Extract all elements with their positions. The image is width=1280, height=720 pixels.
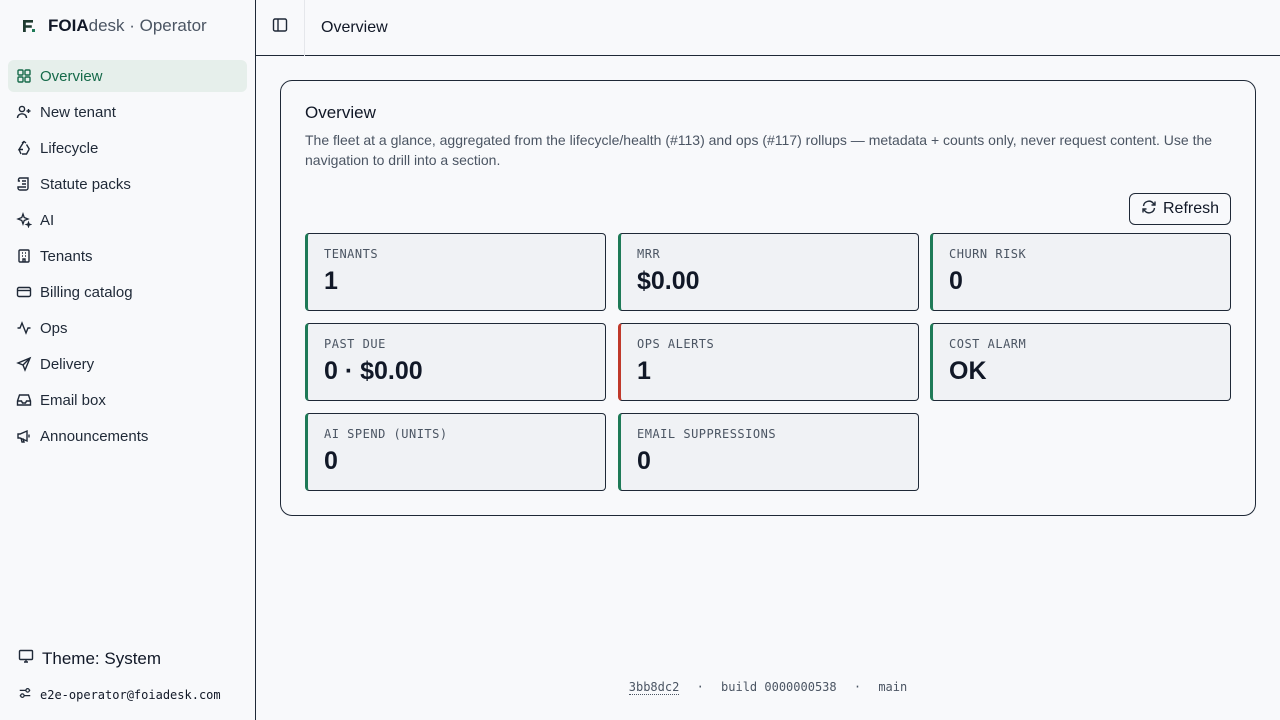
stat-card-email-suppressions[interactable]: EMAIL SUPPRESSIONS 0 (618, 413, 919, 491)
user-plus-icon (16, 104, 32, 120)
stat-label: PAST DUE (324, 337, 386, 351)
brand[interactable]: FOIAdesk · Operator (20, 14, 207, 38)
theme-label: Theme: System (42, 648, 162, 668)
sidebar-item-overview[interactable]: Overview (8, 60, 247, 92)
user-email: e2e-operator@foiadesk.com (40, 687, 221, 702)
stat-label: MRR (637, 247, 661, 261)
stat-label: EMAIL SUPPRESSIONS (637, 427, 777, 441)
inbox-icon (16, 392, 32, 408)
sidebar-item-label: AI (40, 211, 55, 229)
panel-left-icon (272, 17, 288, 38)
stat-card-tenants[interactable]: TENANTS 1 (305, 233, 606, 311)
stat-card-churn-risk[interactable]: CHURN RISK 0 (930, 233, 1231, 311)
stat-value: 0 · $0.00 (324, 357, 423, 385)
sidebar-item-label: Lifecycle (40, 139, 99, 157)
refresh-label: Refresh (1162, 200, 1220, 217)
build-number: build 0000000538 (721, 680, 837, 694)
stat-value: 0 (324, 447, 338, 475)
sidebar-item-label: Delivery (40, 355, 95, 373)
scroll-icon (16, 176, 32, 192)
topbar: Overview (256, 0, 1280, 56)
sidebar-item-label: New tenant (40, 103, 116, 121)
settings-sliders-icon (18, 686, 32, 703)
refresh-button[interactable]: Refresh (1129, 193, 1231, 225)
stat-label: CHURN RISK (949, 247, 1027, 261)
stat-value: 1 (637, 357, 651, 385)
theme-toggle[interactable]: Theme: System (18, 648, 161, 669)
stat-value: $0.00 (637, 267, 700, 295)
foiadesk-logo-icon (20, 17, 38, 35)
sparkles-icon (16, 212, 32, 228)
stat-value: 0 (949, 267, 963, 295)
stat-card-ops-alerts[interactable]: OPS ALERTS 1 (618, 323, 919, 401)
sidebar-item-label: Overview (40, 67, 103, 85)
sidebar-item-lifecycle[interactable]: Lifecycle (8, 132, 247, 164)
stat-card-mrr[interactable]: MRR $0.00 (618, 233, 919, 311)
sidebar-item-label: Billing catalog (40, 283, 133, 301)
refresh-icon (1141, 199, 1157, 220)
stat-card-cost-alarm[interactable]: COST ALARM OK (930, 323, 1231, 401)
stat-card-past-due[interactable]: PAST DUE 0 · $0.00 (305, 323, 606, 401)
stat-value: 0 (637, 447, 651, 475)
card-title: Overview (305, 103, 376, 122)
footer-separator: · (696, 680, 704, 694)
stat-value: OK (949, 357, 987, 385)
sidebar-item-billing-catalog[interactable]: Billing catalog (8, 276, 247, 308)
credit-card-icon (16, 284, 32, 300)
sidebar-item-tenants[interactable]: Tenants (8, 240, 247, 272)
monitor-icon (18, 648, 34, 669)
stat-label: COST ALARM (949, 337, 1027, 351)
sidebar-item-label: Ops (40, 319, 68, 337)
stat-label: AI SPEND (UNITS) (324, 427, 448, 441)
commit-sha[interactable]: 3bb8dc2 (628, 680, 680, 695)
sidebar-item-label: Email box (40, 391, 106, 409)
stat-value: 1 (324, 267, 338, 295)
stat-label: TENANTS (324, 247, 379, 261)
send-icon (16, 356, 32, 372)
recycle-icon (16, 140, 32, 156)
sidebar-item-ops[interactable]: Ops (8, 312, 247, 344)
sidebar-item-new-tenant[interactable]: New tenant (8, 96, 247, 128)
sidebar-nav: Overview New tenant Lifecycle Statute pa… (8, 60, 247, 456)
card-description: The fleet at a glance, aggregated from t… (305, 132, 1213, 168)
branch-name: main (878, 680, 908, 694)
sidebar-item-delivery[interactable]: Delivery (8, 348, 247, 380)
sidebar-item-announcements[interactable]: Announcements (8, 420, 247, 452)
sidebar: FOIAdesk · Operator Overview New tenant … (0, 0, 256, 720)
brand-name-rest: desk · Operator (88, 16, 207, 35)
footer-separator: · (853, 680, 862, 694)
building-icon (16, 248, 32, 264)
sidebar-item-statute-packs[interactable]: Statute packs (8, 168, 247, 200)
activity-icon (16, 320, 32, 336)
sidebar-toggle-button[interactable] (256, 0, 305, 56)
sidebar-item-label: Announcements (40, 427, 149, 445)
sidebar-item-ai[interactable]: AI (8, 204, 247, 236)
stat-label: OPS ALERTS (637, 337, 715, 351)
grid-icon (16, 68, 32, 84)
sidebar-item-label: Tenants (40, 247, 93, 265)
build-footer: 3bb8dc2 · build 0000000538 · main (256, 680, 1280, 695)
stat-card-ai-spend[interactable]: AI SPEND (UNITS) 0 (305, 413, 606, 491)
sidebar-item-label: Statute packs (40, 175, 131, 193)
user-menu[interactable]: e2e-operator@foiadesk.com (18, 686, 221, 703)
page-title: Overview (321, 18, 388, 36)
brand-name-bold: FOIA (48, 16, 89, 35)
megaphone-icon (16, 428, 32, 444)
sidebar-item-email-box[interactable]: Email box (8, 384, 247, 416)
overview-card: Overview The fleet at a glance, aggregat… (280, 80, 1256, 516)
